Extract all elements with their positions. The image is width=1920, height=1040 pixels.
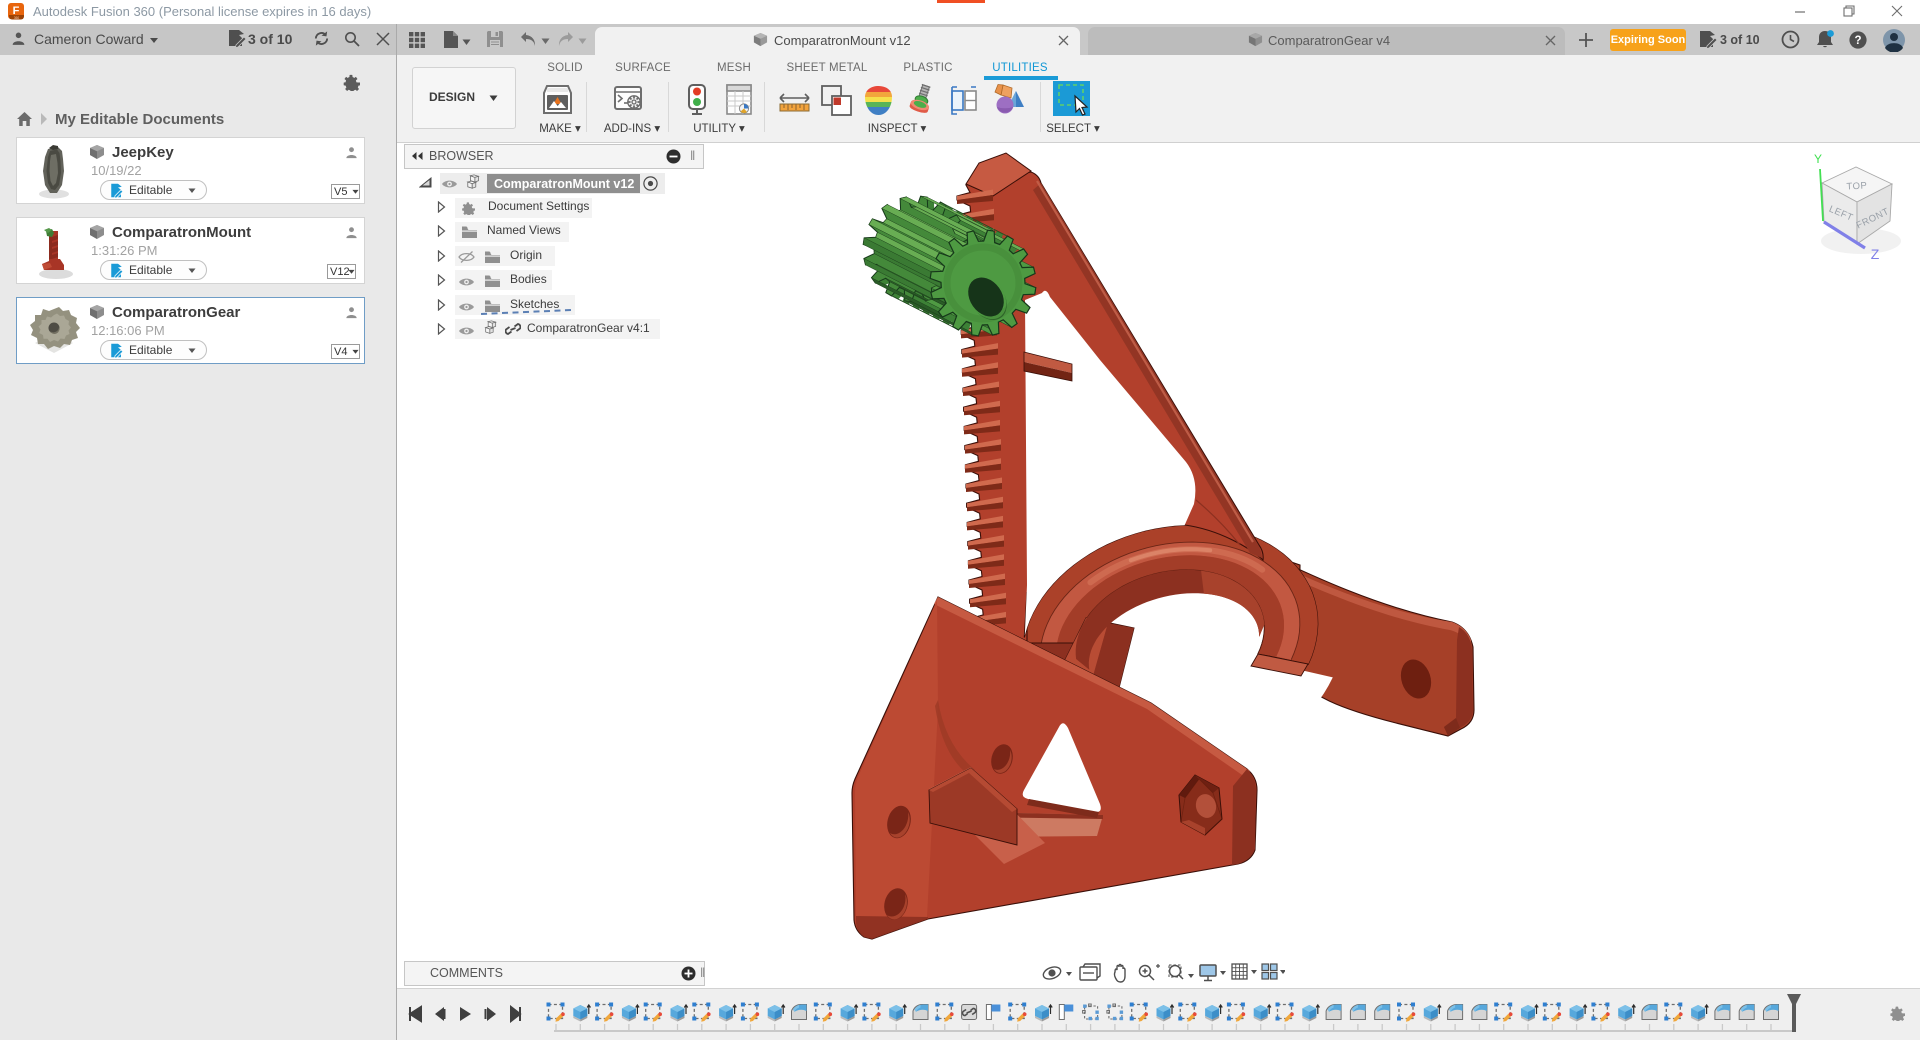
- svg-text:Y: Y: [1814, 152, 1822, 166]
- svg-text:?: ?: [1854, 35, 1861, 47]
- svg-text:360: 360: [14, 16, 20, 20]
- svg-text:Z: Z: [1871, 246, 1880, 262]
- svg-text:TOP: TOP: [1846, 180, 1867, 192]
